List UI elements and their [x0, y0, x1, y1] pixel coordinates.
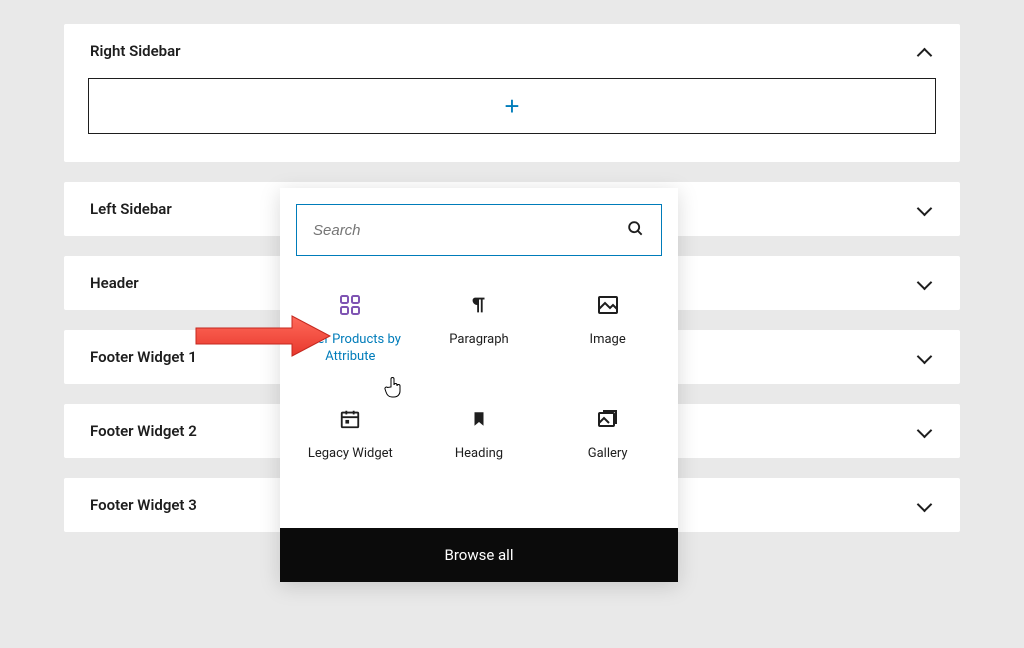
block-label: Paragraph: [449, 332, 508, 349]
chevron-down-icon: [916, 422, 934, 440]
widget-area-title: Footer Widget 3: [90, 496, 197, 514]
widget-area-title: Header: [90, 274, 139, 292]
chevron-down-icon: [916, 200, 934, 218]
search-input[interactable]: [313, 222, 625, 239]
browse-all-button[interactable]: Browse all: [280, 528, 678, 582]
bookmark-icon: [466, 406, 492, 432]
chevron-up-icon: [916, 42, 934, 60]
widget-area-title: Right Sidebar: [90, 42, 181, 60]
paragraph-icon: [466, 292, 492, 318]
widget-area-title: Left Sidebar: [90, 200, 172, 218]
widget-area-title: Footer Widget 1: [90, 348, 197, 366]
image-icon: [595, 292, 621, 318]
widget-area-title: Footer Widget 2: [90, 422, 197, 440]
block-label: Gallery: [588, 446, 628, 463]
widget-area-right-sidebar: Right Sidebar +: [64, 24, 960, 162]
block-heading[interactable]: Heading: [417, 394, 542, 504]
calendar-icon: [337, 406, 363, 432]
search-box[interactable]: [296, 204, 662, 256]
pointer-cursor-icon: [384, 376, 404, 398]
widget-area-header[interactable]: Right Sidebar: [64, 24, 960, 78]
block-grid: Filter Products by Attribute Paragraph I…: [280, 264, 678, 528]
block-image[interactable]: Image: [545, 280, 670, 390]
chevron-down-icon: [916, 274, 934, 292]
annotation-arrow-icon: [192, 314, 332, 358]
block-inserter-popover: Filter Products by Attribute Paragraph I…: [280, 188, 678, 582]
chevron-down-icon: [916, 348, 934, 366]
block-gallery[interactable]: Gallery: [545, 394, 670, 504]
search-icon: [625, 218, 645, 242]
chevron-down-icon: [916, 496, 934, 514]
gallery-icon: [595, 406, 621, 432]
browse-all-label: Browse all: [445, 546, 514, 564]
block-label: Heading: [455, 446, 503, 463]
block-paragraph[interactable]: Paragraph: [417, 280, 542, 390]
plus-icon: +: [504, 93, 519, 119]
block-label: Image: [590, 332, 626, 349]
inserter-search-wrap: [280, 188, 678, 264]
add-block-button[interactable]: +: [88, 78, 936, 134]
grid-icon: [337, 292, 363, 318]
block-legacy-widget[interactable]: Legacy Widget: [288, 394, 413, 504]
block-label: Legacy Widget: [308, 446, 393, 463]
widget-area-body: +: [64, 78, 960, 162]
